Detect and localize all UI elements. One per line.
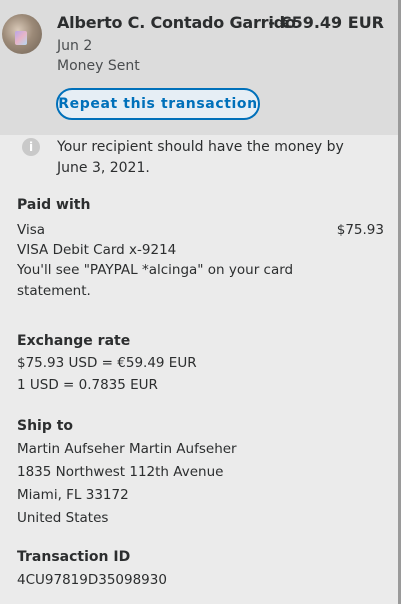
statement-descriptor-line2: statement. <box>17 283 91 299</box>
transaction-amount: - €59.49 EUR <box>268 13 384 32</box>
exchange-conversion: $75.93 USD = €59.49 EUR <box>17 355 197 371</box>
avatar-badge <box>15 31 27 45</box>
transaction-type: Money Sent <box>57 58 140 74</box>
avatar[interactable] <box>2 14 42 54</box>
card-details: VISA Debit Card x-9214 <box>17 242 177 258</box>
ship-to-street: 1835 Northwest 112th Avenue <box>17 464 224 480</box>
transaction-header: Alberto C. Contado Garrido - €59.49 EUR … <box>0 0 401 135</box>
ship-to-city: Miami, FL 33172 <box>17 487 129 503</box>
transaction-id: 4CU97819D35098930 <box>17 572 167 588</box>
exchange-unit-rate: 1 USD = 0.7835 EUR <box>17 377 158 393</box>
ship-to-country: United States <box>17 510 109 526</box>
repeat-transaction-button[interactable]: Repeat this transaction <box>56 88 260 120</box>
ship-to-name: Martin Aufseher Martin Aufseher <box>17 441 237 457</box>
payment-amount: $75.93 <box>336 222 384 238</box>
info-icon: i <box>22 138 40 156</box>
exchange-rate-heading: Exchange rate <box>17 333 131 349</box>
payment-method: Visa <box>17 222 45 238</box>
recipient-name: Alberto C. Contado Garrido <box>57 13 296 32</box>
statement-descriptor-line1: You'll see "PAYPAL *alcinga" on your car… <box>17 262 294 278</box>
transaction-id-heading: Transaction ID <box>17 549 131 565</box>
paid-with-heading: Paid with <box>17 197 91 213</box>
ship-to-heading: Ship to <box>17 418 74 434</box>
delivery-notice: Your recipient should have the money by … <box>57 139 344 176</box>
transaction-date: Jun 2 <box>57 38 93 54</box>
